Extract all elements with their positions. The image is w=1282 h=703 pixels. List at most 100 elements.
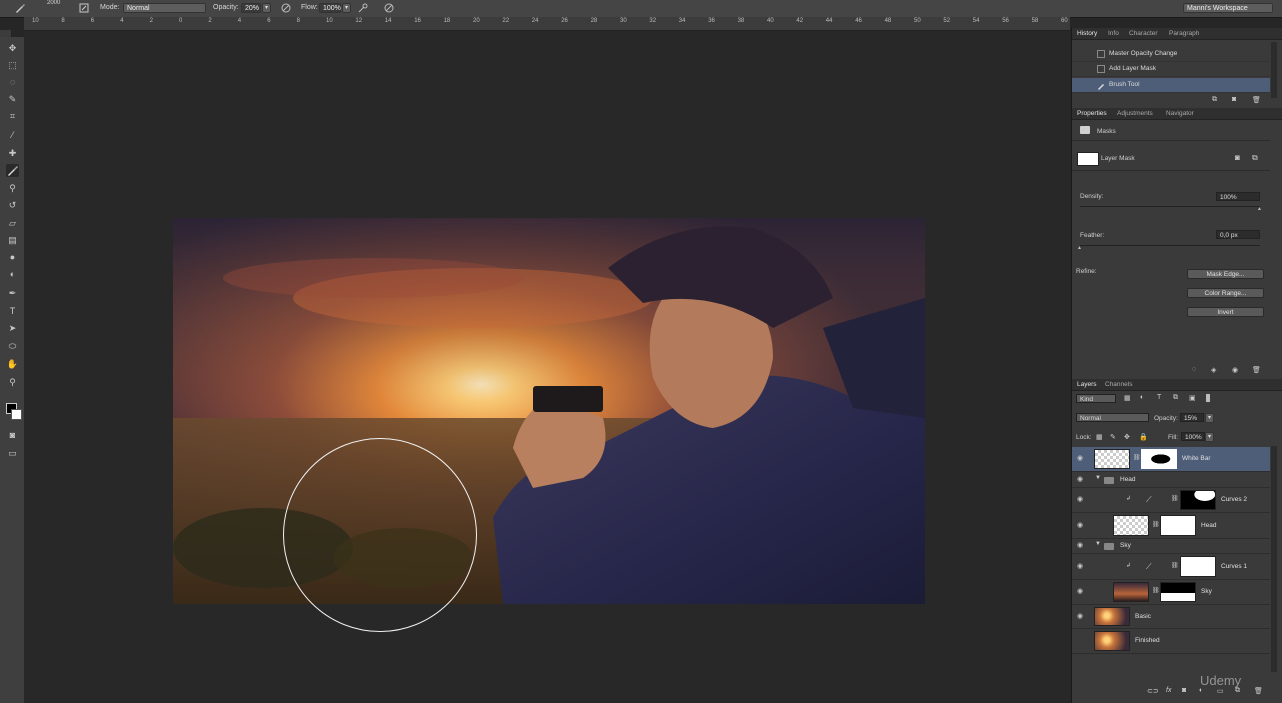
new-layer-icon[interactable]: ⧉ — [1235, 687, 1240, 695]
link-icon[interactable]: ⛓ — [1133, 454, 1141, 461]
link-icon[interactable]: ⛓ — [1171, 562, 1179, 569]
new-adjustment-layer-icon[interactable]: ◐ — [1199, 687, 1203, 694]
curves-adjustment-icon[interactable]: ⟋ — [1146, 562, 1152, 572]
density-slider-track[interactable] — [1080, 206, 1260, 207]
visibility-eye-icon[interactable]: ◉ — [1077, 541, 1083, 549]
density-field[interactable]: 100% — [1216, 192, 1260, 201]
tab-channels[interactable]: Channels — [1105, 381, 1132, 388]
filter-shape-icon[interactable]: ⧉ — [1173, 394, 1178, 402]
layer-row[interactable]: ◉ Basic — [1072, 605, 1270, 629]
layer-mask-thumbnail[interactable] — [1160, 582, 1196, 602]
marquee-tool-icon[interactable]: ⬚ — [6, 59, 19, 72]
layer-row[interactable]: ◉ ↲ ⟋ ⛓ Curves 1 — [1072, 554, 1270, 580]
pressure-opacity-icon[interactable] — [281, 3, 291, 13]
filter-smart-object-icon[interactable]: ▣ — [1189, 394, 1196, 402]
filter-toggle-icon[interactable] — [1206, 394, 1210, 402]
fill-field[interactable]: 100% — [1181, 432, 1205, 441]
brush-panel-icon[interactable] — [79, 3, 89, 13]
clone-stamp-tool-icon[interactable]: ⚲ — [6, 182, 19, 195]
zoom-tool-icon[interactable]: ⚲ — [6, 376, 19, 389]
tab-layers[interactable]: Layers — [1077, 381, 1097, 388]
screen-mode-icon[interactable]: ▭ — [6, 447, 19, 460]
lasso-tool-icon[interactable]: ◌ — [6, 76, 19, 89]
layer-row[interactable]: ◉ ⛓ Sky — [1072, 580, 1270, 605]
visibility-eye-icon[interactable]: ◉ — [1077, 454, 1083, 462]
layer-mask-thumbnail[interactable] — [1141, 449, 1177, 469]
blur-tool-icon[interactable]: ● — [6, 251, 19, 264]
layer-row[interactable]: ◉ ⛓ Head — [1072, 513, 1270, 539]
link-icon[interactable]: ⛓ — [1152, 521, 1160, 528]
visibility-eye-icon[interactable]: ◉ — [1077, 587, 1083, 595]
apply-mask-icon[interactable]: ◈ — [1211, 366, 1216, 374]
move-tool-icon[interactable]: ✥ — [6, 42, 19, 55]
flow-field[interactable]: 100% — [319, 3, 341, 13]
layer-name[interactable]: Finished — [1135, 637, 1160, 644]
curves-adjustment-icon[interactable]: ⟋ — [1146, 495, 1152, 505]
opacity-field[interactable]: 20% — [241, 3, 261, 13]
eyedropper-tool-icon[interactable]: ⁄ — [6, 129, 19, 142]
link-layers-icon[interactable]: ⊂⊃ — [1147, 687, 1159, 695]
delete-layer-icon[interactable]: 🗑 — [1254, 687, 1263, 695]
tab-properties[interactable]: Properties — [1077, 110, 1107, 117]
feather-slider-track[interactable] — [1080, 245, 1260, 246]
quick-selection-tool-icon[interactable]: ✎ — [6, 93, 19, 106]
layer-group-row[interactable]: ◉ ▼ Head — [1072, 472, 1270, 488]
history-scrollbar[interactable] — [1271, 42, 1277, 98]
flow-dropdown[interactable]: ▾ — [342, 3, 351, 13]
history-item-selected[interactable]: Brush Tool — [1072, 78, 1270, 93]
new-snapshot-icon[interactable]: ◙ — [1232, 96, 1236, 103]
layer-row[interactable]: ◉ ⛓ White Bar — [1072, 447, 1270, 472]
lock-transparent-icon[interactable]: ▦ — [1096, 433, 1103, 441]
tab-info[interactable]: Info — [1108, 30, 1119, 37]
layer-name[interactable]: Curves 2 — [1221, 496, 1247, 503]
filter-adjustment-icon[interactable]: ◐ — [1140, 394, 1144, 401]
brush-size-label[interactable]: 2000 — [47, 0, 60, 6]
dodge-tool-icon[interactable]: ◐ — [6, 268, 19, 281]
mask-visibility-icon[interactable]: ◉ — [1232, 366, 1238, 374]
brush-preset-icon[interactable] — [15, 3, 25, 13]
link-icon[interactable]: ⛓ — [1152, 587, 1160, 594]
layer-mask-thumbnail[interactable] — [1180, 556, 1216, 577]
layer-style-icon[interactable]: fx — [1166, 687, 1171, 694]
type-tool-icon[interactable]: T — [6, 305, 19, 318]
hand-tool-icon[interactable]: ✋ — [6, 358, 19, 371]
quick-mask-icon[interactable]: ◙ — [6, 429, 19, 442]
visibility-eye-icon[interactable]: ◉ — [1077, 495, 1083, 503]
history-item[interactable]: Add Layer Mask — [1072, 62, 1270, 77]
mode-select[interactable]: Normal — [123, 3, 206, 13]
history-brush-tool-icon[interactable]: ↺ — [6, 199, 19, 212]
layer-name[interactable]: Head — [1120, 476, 1136, 483]
eraser-tool-icon[interactable]: ▱ — [6, 217, 19, 230]
layer-opacity-dropdown[interactable]: ▾ — [1205, 413, 1214, 423]
history-item[interactable]: Master Opacity Change — [1072, 47, 1270, 62]
visibility-eye-icon[interactable]: ◉ — [1077, 475, 1083, 483]
crop-tool-icon[interactable]: ⌗ — [6, 110, 19, 123]
healing-brush-tool-icon[interactable]: ✚ — [6, 147, 19, 160]
feather-field[interactable]: 0,0 px — [1216, 230, 1260, 239]
layer-row[interactable]: Finished — [1072, 629, 1270, 654]
background-color-swatch[interactable] — [11, 409, 22, 420]
delete-mask-icon[interactable]: 🗑 — [1252, 366, 1261, 374]
visibility-eye-icon[interactable]: ◉ — [1077, 521, 1083, 529]
visibility-eye-icon[interactable]: ◉ — [1077, 612, 1083, 620]
load-selection-icon[interactable]: ◌ — [1192, 366, 1196, 373]
feather-slider-thumb[interactable]: ▲ — [1077, 245, 1082, 251]
add-vector-mask-icon[interactable]: ⧉ — [1252, 153, 1258, 163]
select-pixel-mask-icon[interactable]: ◙ — [1235, 153, 1240, 162]
layer-name[interactable]: Sky — [1120, 542, 1131, 549]
tab-paragraph[interactable]: Paragraph — [1169, 30, 1199, 37]
link-icon[interactable]: ⛓ — [1171, 495, 1179, 502]
tab-navigator[interactable]: Navigator — [1166, 110, 1194, 117]
fill-dropdown[interactable]: ▾ — [1205, 432, 1214, 442]
gradient-tool-icon[interactable]: ▤ — [6, 234, 19, 247]
opacity-dropdown[interactable]: ▾ — [262, 3, 271, 13]
tab-history[interactable]: History — [1077, 30, 1097, 37]
layer-thumbnail[interactable] — [1113, 582, 1149, 602]
delete-state-icon[interactable]: 🗑 — [1252, 96, 1261, 104]
layer-group-row[interactable]: ◉ ▼ Sky — [1072, 539, 1270, 554]
blend-mode-select[interactable]: Normal — [1076, 413, 1149, 422]
density-slider-thumb[interactable]: ▲ — [1257, 206, 1262, 212]
pressure-size-icon[interactable] — [384, 3, 394, 13]
add-mask-icon[interactable]: ◙ — [1182, 687, 1186, 694]
layer-thumbnail[interactable] — [1094, 607, 1130, 626]
